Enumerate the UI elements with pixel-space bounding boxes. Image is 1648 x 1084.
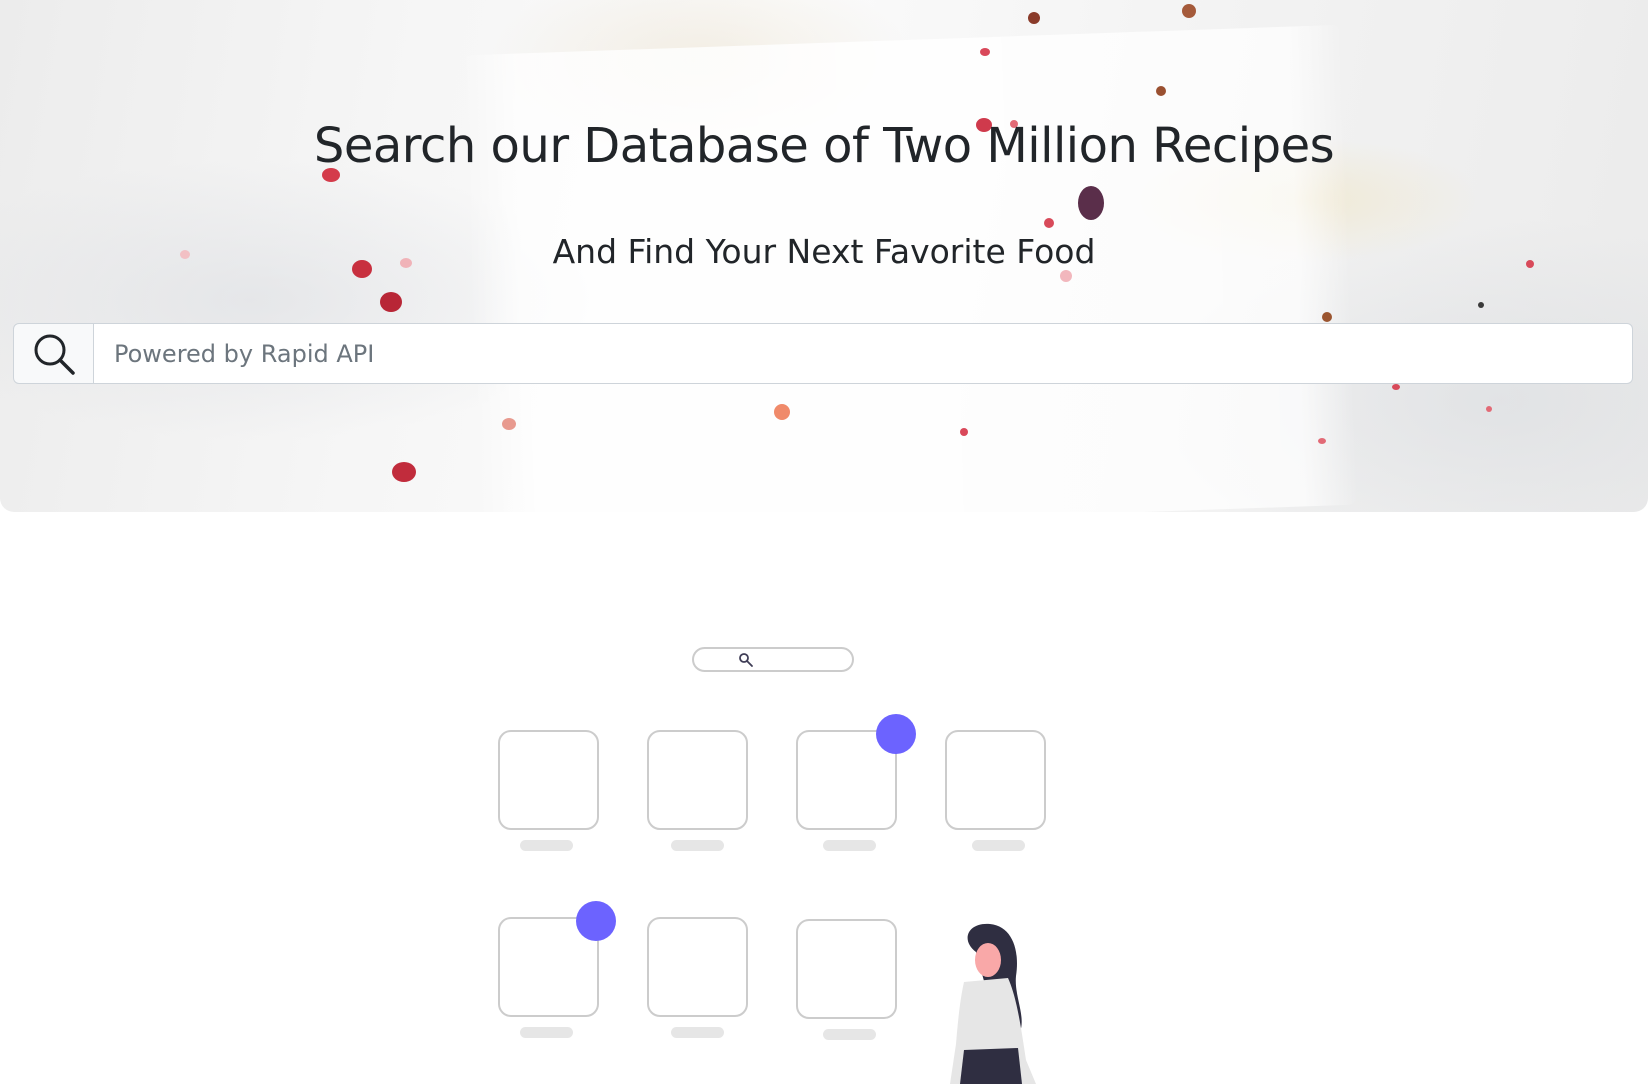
illustration-tile (945, 730, 1046, 851)
illustration-tile (796, 714, 916, 851)
page-subtitle: And Find Your Next Favorite Food (552, 232, 1096, 271)
recipe-search-bar (13, 323, 1633, 384)
illustration-tile (647, 917, 748, 1038)
illustration-accent-dot (576, 901, 616, 941)
illustration-tile (498, 901, 616, 1038)
search-button[interactable] (13, 323, 94, 384)
illustration-tile (498, 730, 599, 851)
hero-banner: Search our Database of Two Million Recip… (0, 0, 1648, 512)
page-title: Search our Database of Two Million Recip… (313, 118, 1335, 174)
illustration-tile (647, 730, 748, 851)
illustration-search-bar (692, 647, 854, 672)
illustration-person (950, 923, 1036, 1084)
search-icon (34, 334, 75, 375)
search-input[interactable] (94, 323, 1633, 384)
illustration-accent-dot (876, 714, 916, 754)
illustration-tile (796, 919, 897, 1040)
empty-search-illustration (498, 647, 1046, 1084)
